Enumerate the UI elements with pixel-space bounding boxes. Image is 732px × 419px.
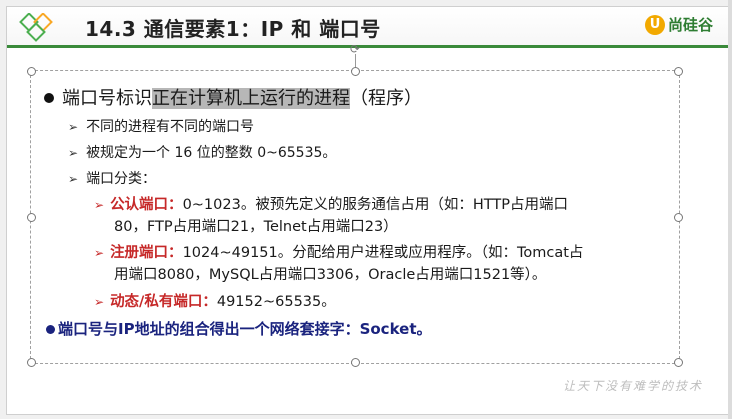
main-bullet: 端口号标识正在计算机上运行的进程（程序） (44, 84, 422, 110)
main-bullet-suffix: （程序） (350, 88, 422, 109)
slide-title: 14.3 通信要素1：IP 和 端口号 (85, 17, 381, 41)
resize-handle-right[interactable] (674, 213, 683, 222)
resize-handle-bottom-left[interactable] (27, 358, 36, 367)
arrow-bullet-icon: ➢ (68, 120, 79, 134)
port-category-wellknown-cont: 80，FTP占用端口21，Telnet占用端口23） (114, 215, 398, 236)
blue-bullet-icon (46, 325, 55, 334)
brand-logo: U 尚硅谷 (644, 14, 713, 35)
resize-handle-bottom-right[interactable] (674, 358, 683, 367)
sub-item-text: 端口分类： (86, 171, 157, 187)
main-bullet-highlight: 正在计算机上运行的进程 (152, 88, 350, 109)
port-category-registered-cont: 用端口8080，MySQL占用端口3306，Oracle占用端口1521等）。 (114, 263, 546, 284)
slide-header: 14.3 通信要素1：IP 和 端口号 U 尚硅谷 (7, 7, 729, 45)
conclusion-text: 端口号与IP地址的组合得出一个网络套接字：Socket。 (58, 320, 432, 338)
main-bullet-prefix: 端口号标识 (62, 88, 152, 109)
port-category-dynamic: ➢ 动态/私有端口：49152~65535。 (94, 290, 336, 311)
vertical-scrollbar[interactable] (728, 0, 732, 419)
category-text-cont: 80，FTP占用端口21，Telnet占用端口23） (114, 219, 398, 235)
brand-name: 尚硅谷 (667, 16, 713, 34)
sub-item: ➢ 端口分类： (68, 168, 156, 188)
resize-handle-bottom[interactable] (351, 358, 360, 367)
port-category-registered: ➢ 注册端口：1024~49151。分配给用户进程或应用程序。（如：Tomcat占 (94, 241, 583, 262)
diamond-logo-icon (19, 13, 53, 42)
red-arrow-bullet-icon: ➢ (94, 198, 105, 212)
slide-motto: 让天下没有难学的技术 (562, 379, 703, 393)
port-category-wellknown: ➢ 公认端口：0~1023。被预先定义的服务通信占用（如：HTTP占用端口 (94, 193, 568, 214)
brand-mark-icon: U (644, 14, 665, 35)
category-label: 注册端口： (110, 245, 183, 261)
category-text: 49152~65535。 (216, 294, 336, 310)
arrow-bullet-icon: ➢ (68, 146, 79, 160)
sub-item: ➢ 不同的进程有不同的端口号 (68, 116, 254, 136)
category-label: 动态/私有端口： (110, 294, 217, 310)
resize-handle-top-left[interactable] (27, 67, 36, 76)
category-label: 公认端口： (110, 197, 183, 213)
sub-item-text: 被规定为一个 16 位的整数 0~65535。 (86, 145, 337, 161)
resize-handle-left[interactable] (27, 213, 36, 222)
header-divider (7, 45, 729, 48)
resize-handle-top-right[interactable] (674, 67, 683, 76)
bullet-dot-icon (44, 93, 54, 103)
conclusion: 端口号与IP地址的组合得出一个网络套接字：Socket。 (46, 318, 432, 339)
category-text-cont: 用端口8080，MySQL占用端口3306，Oracle占用端口1521等）。 (114, 267, 547, 283)
red-arrow-bullet-icon: ➢ (94, 295, 105, 309)
category-text: 0~1023。被预先定义的服务通信占用（如：HTTP占用端口 (182, 197, 568, 213)
category-text: 1024~49151。分配给用户进程或应用程序。（如：Tomcat占 (182, 245, 584, 261)
sub-item: ➢ 被规定为一个 16 位的整数 0~65535。 (68, 142, 336, 162)
red-arrow-bullet-icon: ➢ (94, 246, 105, 260)
resize-handle-top[interactable] (351, 67, 360, 76)
arrow-bullet-icon: ➢ (68, 172, 79, 186)
sub-item-text: 不同的进程有不同的端口号 (86, 119, 255, 135)
